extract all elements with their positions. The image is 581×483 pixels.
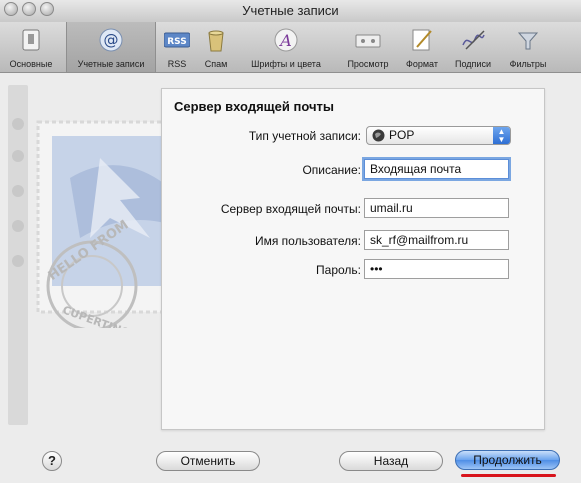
title-bar: Учетные записи xyxy=(0,0,581,23)
signatures-icon xyxy=(462,30,485,50)
list-item-dot xyxy=(12,150,24,162)
svg-text:RSS: RSS xyxy=(167,37,187,47)
svg-text:A: A xyxy=(278,31,292,50)
at-icon: @ xyxy=(99,28,123,52)
description-label: Описание: xyxy=(302,163,361,177)
list-item-dot xyxy=(12,220,24,232)
password-label: Пароль: xyxy=(316,263,361,277)
toolbar-item-viewing[interactable]: Просмотр xyxy=(342,22,394,72)
composing-icon xyxy=(412,29,432,51)
account-type-label: Тип учетной записи: xyxy=(248,129,361,143)
server-label: Сервер входящей почты: xyxy=(220,202,361,216)
list-item-dot xyxy=(12,118,24,130)
toolbar-item-junk[interactable]: Спам xyxy=(200,22,232,72)
toolbar-item-accounts[interactable]: @ Учетные записи xyxy=(66,22,156,72)
junk-icon xyxy=(208,30,224,52)
toolbar-item-rss[interactable]: RSS RSS xyxy=(160,22,194,72)
incoming-server-field[interactable]: umail.ru xyxy=(364,198,509,218)
account-type-select[interactable]: POP ▲ ▼ xyxy=(366,126,511,145)
back-button[interactable]: Назад xyxy=(339,451,443,471)
svg-text:@: @ xyxy=(104,31,119,49)
password-field[interactable]: ••• xyxy=(364,259,509,279)
username-label: Имя пользователя: xyxy=(254,234,361,248)
list-item-dot xyxy=(12,185,24,197)
rss-icon: RSS xyxy=(164,32,190,48)
chevron-updown-icon: ▲ ▼ xyxy=(493,127,510,144)
viewing-icon xyxy=(355,34,381,48)
incoming-server-panel: Сервер входящей почты Тип учетной записи… xyxy=(161,88,545,430)
toolbar-item-general[interactable]: Основные xyxy=(6,22,56,72)
rules-icon xyxy=(517,32,539,50)
username-field[interactable]: sk_rf@mailfrom.ru xyxy=(364,230,509,250)
highlight-underline xyxy=(461,474,556,477)
globe-icon xyxy=(372,129,385,142)
help-button[interactable]: ? xyxy=(42,451,62,471)
toolbar-item-fonts-colors[interactable]: A Шрифты и цвета xyxy=(244,22,328,72)
switch-icon xyxy=(22,29,40,51)
cancel-button[interactable]: Отменить xyxy=(156,451,260,471)
continue-button[interactable]: Продолжить xyxy=(455,450,560,470)
toolbar-item-rules[interactable]: Фильтры xyxy=(506,22,550,72)
toolbar-item-composing[interactable]: Формат xyxy=(402,22,442,72)
toolbar-item-signatures[interactable]: Подписи xyxy=(452,22,494,72)
account-type-value: POP xyxy=(389,128,415,142)
preferences-toolbar: Основные @ Учетные записи RSS RSS Спам A… xyxy=(0,22,581,73)
window-title: Учетные записи xyxy=(242,3,339,18)
panel-heading: Сервер входящей почты xyxy=(174,99,334,114)
fonts-icon: A xyxy=(274,28,298,52)
description-field[interactable]: Входящая почта xyxy=(364,159,509,179)
list-item-dot xyxy=(12,255,24,267)
